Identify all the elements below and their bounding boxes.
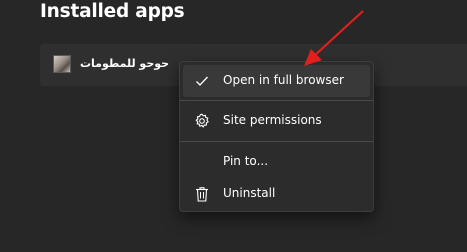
menu-divider [180, 100, 373, 101]
app-name: حوحو للمطومات [80, 57, 170, 70]
menu-item-site-permissions[interactable]: Site permissions [183, 105, 370, 137]
menu-item-label: Site permissions [223, 113, 322, 127]
menu-divider [180, 141, 373, 142]
menu-item-pin-to[interactable]: Pin to... [183, 146, 370, 178]
menu-item-open-in-full-browser[interactable]: Open in full browser [183, 65, 370, 97]
context-menu: Open in full browser Site permissions Pi… [179, 61, 374, 212]
checkmark-icon [193, 72, 211, 90]
menu-item-label: Open in full browser [223, 73, 344, 87]
menu-item-label: Pin to... [223, 154, 269, 168]
menu-item-uninstall[interactable]: Uninstall [183, 178, 370, 210]
app-thumbnail [53, 55, 71, 73]
trash-icon [193, 185, 211, 203]
page-title: Installed apps [40, 1, 185, 22]
gear-icon [193, 112, 211, 130]
menu-item-label: Uninstall [223, 186, 276, 200]
